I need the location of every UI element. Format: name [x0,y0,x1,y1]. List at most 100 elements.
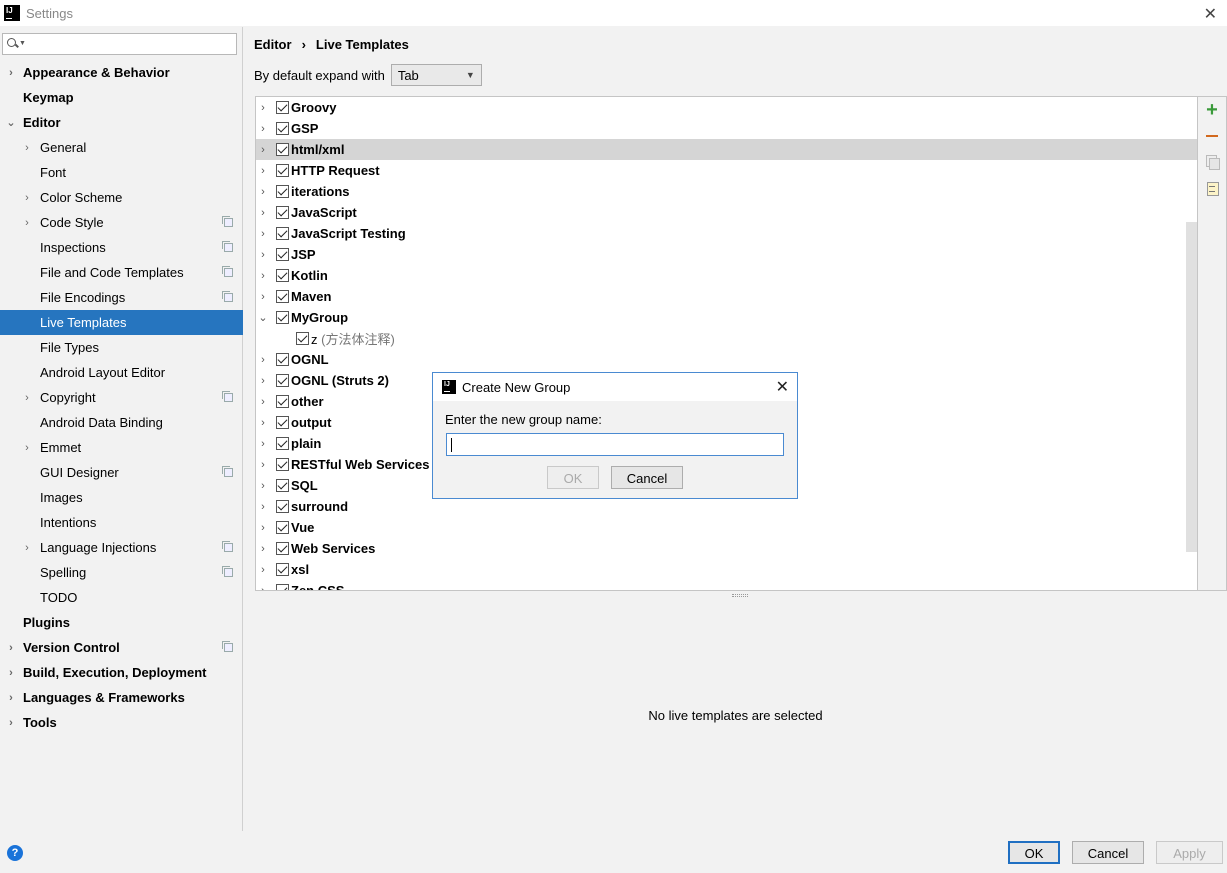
sidebar-item-font[interactable]: Font [0,160,243,185]
template-group-row[interactable]: › surround [256,496,1197,517]
template-checkbox[interactable] [276,227,289,240]
chevron-right-icon[interactable]: › [258,501,268,513]
dialog-cancel-button[interactable]: Cancel [611,466,683,489]
chevron-right-icon[interactable]: › [6,692,16,704]
sidebar-item-emmet[interactable]: › Emmet [0,435,243,460]
template-checkbox[interactable] [276,269,289,282]
template-group-row[interactable]: › Kotlin [256,265,1197,286]
template-group-row[interactable]: › Maven [256,286,1197,307]
template-checkbox[interactable] [276,164,289,177]
template-checkbox[interactable] [276,500,289,513]
template-group-row[interactable]: › xsl [256,559,1197,580]
template-checkbox[interactable] [276,206,289,219]
add-icon[interactable]: + [1203,100,1221,120]
template-checkbox[interactable] [276,143,289,156]
chevron-right-icon[interactable]: › [258,102,268,114]
chevron-right-icon[interactable]: › [6,67,16,79]
template-checkbox[interactable] [276,542,289,555]
chevron-right-icon[interactable]: › [258,144,268,156]
template-checkbox[interactable] [276,248,289,261]
chevron-right-icon[interactable]: › [258,543,268,555]
chevron-right-icon[interactable]: › [258,354,268,366]
sidebar-item-build-execution-deployment[interactable]: › Build, Execution, Deployment [0,660,243,685]
chevron-right-icon[interactable]: › [258,207,268,219]
chevron-right-icon[interactable]: › [258,375,268,387]
chevron-right-icon[interactable]: › [258,417,268,429]
chevron-right-icon[interactable]: › [258,291,268,303]
sidebar-item-file-encodings[interactable]: File Encodings [0,285,243,310]
chevron-right-icon[interactable]: › [258,228,268,240]
sidebar-item-intentions[interactable]: Intentions [0,510,243,535]
chevron-right-icon[interactable]: › [258,270,268,282]
settings-search-input[interactable] [25,35,236,53]
sidebar-item-general[interactable]: › General [0,135,243,160]
settings-search-box[interactable]: ▼ [2,33,237,55]
template-checkbox[interactable] [276,521,289,534]
chevron-right-icon[interactable]: › [22,392,32,404]
chevron-right-icon[interactable]: › [22,142,32,154]
template-checkbox[interactable] [276,290,289,303]
chevron-right-icon[interactable]: › [22,192,32,204]
sidebar-item-live-templates[interactable]: Live Templates [0,310,243,335]
template-checkbox[interactable] [276,458,289,471]
template-group-row[interactable]: › Groovy [256,97,1197,118]
template-group-row[interactable]: › iterations [256,181,1197,202]
chevron-right-icon[interactable]: › [22,542,32,554]
chevron-right-icon[interactable]: › [258,564,268,576]
template-checkbox[interactable] [276,353,289,366]
chevron-right-icon[interactable]: › [6,667,16,679]
sidebar-item-plugins[interactable]: Plugins [0,610,243,635]
template-group-row[interactable]: ⌄ MyGroup [256,307,1197,328]
template-checkbox[interactable] [296,332,309,345]
chevron-right-icon[interactable]: › [258,480,268,492]
template-checkbox[interactable] [276,311,289,324]
sidebar-item-android-data-binding[interactable]: Android Data Binding [0,410,243,435]
template-checkbox[interactable] [276,122,289,135]
cancel-button[interactable]: Cancel [1072,841,1144,864]
template-checkbox[interactable] [276,563,289,576]
apply-button[interactable]: Apply [1156,841,1223,864]
chevron-right-icon[interactable]: › [258,438,268,450]
sidebar-item-editor[interactable]: ⌄ Editor [0,110,243,135]
template-group-row[interactable]: › Zen CSS [256,580,1197,591]
template-group-row[interactable]: › HTTP Request [256,160,1197,181]
remove-icon[interactable] [1203,127,1221,145]
template-checkbox[interactable] [276,101,289,114]
duplicate-icon[interactable] [1203,153,1221,171]
chevron-right-icon[interactable]: › [6,717,16,729]
chevron-right-icon[interactable]: › [258,459,268,471]
sidebar-item-todo[interactable]: TODO [0,585,243,610]
template-item[interactable]: z (方法体注释) [256,328,1197,349]
dialog-close-icon[interactable]: ✕ [776,377,789,397]
group-name-input[interactable] [446,433,784,456]
template-checkbox[interactable] [276,185,289,198]
sidebar-item-code-style[interactable]: › Code Style [0,210,243,235]
template-group-row[interactable]: › JavaScript Testing [256,223,1197,244]
chevron-right-icon[interactable]: › [258,123,268,135]
template-checkbox[interactable] [276,479,289,492]
chevron-right-icon[interactable]: › [258,186,268,198]
sidebar-item-images[interactable]: Images [0,485,243,510]
sidebar-item-language-injections[interactable]: › Language Injections [0,535,243,560]
search-icon[interactable]: ▼ [5,35,26,53]
panel-splitter-handle[interactable] [732,594,748,597]
template-checkbox[interactable] [276,374,289,387]
template-group-row[interactable]: › Web Services [256,538,1197,559]
sidebar-item-keymap[interactable]: Keymap [0,85,243,110]
chevron-right-icon[interactable]: › [22,442,32,454]
template-checkbox[interactable] [276,584,289,590]
chevron-right-icon[interactable]: › [6,642,16,654]
templates-list[interactable]: › Groovy › GSP › html/xml › HTTP Request › iterat… [255,96,1198,591]
sidebar-item-color-scheme[interactable]: › Color Scheme [0,185,243,210]
sidebar-item-languages-frameworks[interactable]: › Languages & Frameworks [0,685,243,710]
sidebar-item-version-control[interactable]: › Version Control [0,635,243,660]
template-checkbox[interactable] [276,437,289,450]
sidebar-item-gui-designer[interactable]: GUI Designer [0,460,243,485]
sidebar-item-copyright[interactable]: › Copyright [0,385,243,410]
chevron-right-icon[interactable]: › [258,585,268,591]
sidebar-item-appearance-behavior[interactable]: › Appearance & Behavior [0,60,243,85]
template-checkbox[interactable] [276,416,289,429]
template-checkbox[interactable] [276,395,289,408]
templates-scrollbar[interactable] [1186,222,1197,552]
restore-defaults-icon[interactable] [1203,180,1221,198]
